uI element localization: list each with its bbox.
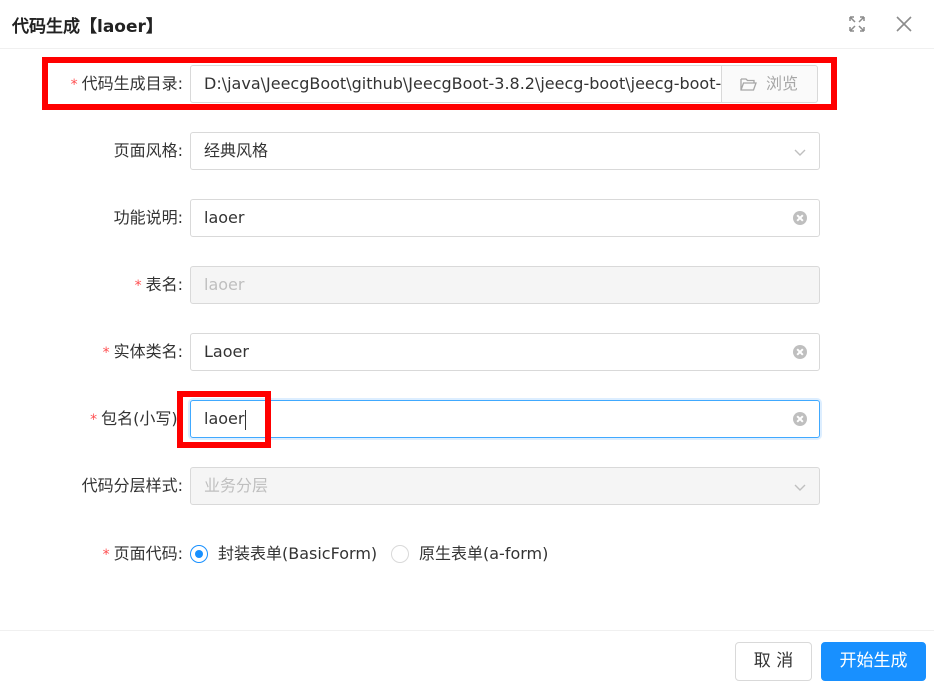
page-style-label: 页面风格: [113,141,183,160]
output-dir-value: D:\java\JeecgBoot\github\JeecgBoot-3.8.2… [204,74,721,93]
layer-style-row: 代码分层样式: 业务分层 [0,467,934,505]
modal-footer: 取 消 开始生成 [0,630,934,688]
package-name-value: laoer [204,409,245,428]
entity-name-input[interactable]: Laoer [190,333,820,371]
description-value: laoer [204,208,245,227]
fullscreen-icon[interactable] [846,13,868,35]
entity-name-row: * 实体类名: Laoer [0,333,934,371]
browse-label: 浏览 [766,74,799,93]
chevron-down-icon [794,149,806,156]
cancel-button[interactable]: 取 消 [735,642,812,681]
page-code-label: * 页面代码: [102,544,183,563]
modal-title: 代码生成【laoer】 [12,17,163,37]
page-code-row: * 页面代码: 封装表单(BasicForm) 原生表单(a-form) [0,535,934,573]
close-icon[interactable] [893,13,915,35]
table-name-label: * 表名: [134,275,183,294]
entity-name-value: Laoer [204,342,249,361]
page-style-select[interactable]: 经典风格 [190,132,820,170]
text-caret [245,409,247,430]
table-name-input: laoer [190,266,820,304]
clear-icon[interactable] [793,345,807,359]
layer-style-value: 业务分层 [204,476,269,495]
required-mark: * [90,412,98,428]
output-dir-row: * 代码生成目录: D:\java\JeecgBoot\github\JeecgB… [0,65,934,103]
required-mark: * [102,345,110,361]
radio-basic-form-label: 封装表单(BasicForm) [218,544,378,563]
table-name-row: * 表名: laoer [0,266,934,304]
required-mark: * [134,278,142,294]
description-input[interactable]: laoer [190,199,820,237]
radio-a-form-label: 原生表单(a-form) [419,544,549,563]
output-dir-input[interactable]: D:\java\JeecgBoot\github\JeecgBoot-3.8.2… [190,65,721,103]
entity-name-label: * 实体类名: [102,342,183,361]
browse-button[interactable]: 浏览 [721,65,818,103]
code-generation-modal: 代码生成【laoer】 * 代码生成目录: D:\java\JeecgBoot\g… [0,0,934,688]
required-mark: * [102,547,110,563]
output-dir-label: * 代码生成目录: [70,74,183,93]
layer-style-label: 代码分层样式: [81,476,183,495]
clear-icon[interactable] [793,412,807,426]
radio-unchecked-icon [391,545,409,563]
required-mark: * [70,77,78,93]
page-style-value: 经典风格 [204,141,269,160]
description-label: 功能说明: [113,208,183,227]
description-row: 功能说明: laoer [0,199,934,237]
package-name-input[interactable]: laoer [190,400,820,438]
package-name-label: * 包名(小写): [90,409,183,428]
radio-checked-icon [190,545,208,563]
modal-header: 代码生成【laoer】 [0,0,934,49]
table-name-value: laoer [204,275,245,294]
chevron-down-icon [794,484,806,491]
start-generate-button[interactable]: 开始生成 [821,642,926,681]
page-style-row: 页面风格: 经典风格 [0,132,934,170]
folder-open-icon [740,78,757,91]
package-name-row: * 包名(小写): laoer [0,400,934,438]
layer-style-select: 业务分层 [190,467,820,505]
clear-icon[interactable] [793,211,807,225]
